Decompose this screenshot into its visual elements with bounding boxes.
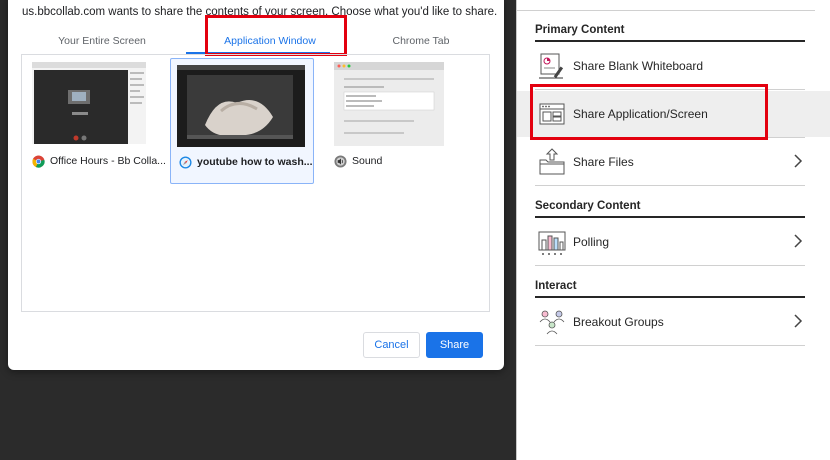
item-divider [535,185,805,186]
window-picker-grid: Office Hours - Bb Colla... youtube how t… [21,54,490,312]
item-divider [535,345,805,346]
section-primary-content: Primary Content [535,24,625,36]
polling-icon [538,231,566,255]
chevron-right-icon [794,154,803,168]
section-interact: Interact [535,280,577,292]
tab-highlight-box [205,15,347,56]
window-label: Sound [334,154,382,168]
window-thumbnail [334,62,444,146]
window-card-sound[interactable]: Sound [328,58,472,184]
window-thumbnail [177,65,305,147]
share-content-panel: Primary Content Share Blank Whiteboard S… [516,0,830,460]
tab-chrome-tab[interactable]: Chrome Tab [352,30,490,52]
panel-top-divider [517,10,815,11]
window-label: youtube how to wash... [179,155,313,169]
polling-item[interactable]: Polling [535,219,805,265]
breakout-groups-icon [539,310,565,335]
breakout-groups-item[interactable]: Breakout Groups [535,299,805,345]
safari-icon [179,155,192,169]
item-label: Polling [573,235,610,249]
window-card-youtube[interactable]: youtube how to wash... [170,58,314,184]
share-files-icon [539,148,565,175]
item-label: Share Blank Whiteboard [573,59,704,73]
tab-entire-screen[interactable]: Your Entire Screen [22,30,182,52]
window-thumbnail [32,62,146,144]
item-label: Breakout Groups [573,315,664,329]
window-title: youtube how to wash... [197,156,313,168]
share-button[interactable]: Share [426,332,483,358]
sound-preferences-icon [334,154,347,168]
section-rule [535,216,805,218]
window-title: Sound [352,155,383,167]
item-divider [535,265,805,266]
share-application-highlight-box [530,84,768,140]
cancel-button[interactable]: Cancel [363,332,420,358]
window-title: Office Hours - Bb Colla... [50,155,166,167]
share-files-item[interactable]: Share Files [535,139,805,185]
section-secondary-content: Secondary Content [535,200,641,212]
share-blank-whiteboard-item[interactable]: Share Blank Whiteboard [535,43,805,89]
window-card-office-hours[interactable]: Office Hours - Bb Colla... [26,58,170,184]
section-rule [535,296,805,298]
section-rule [535,40,805,42]
window-label: Office Hours - Bb Colla... [32,154,166,168]
chevron-right-icon [794,314,803,328]
item-label: Share Files [573,155,634,169]
whiteboard-icon [539,53,564,79]
chrome-icon [32,154,45,168]
chevron-right-icon [794,234,803,248]
